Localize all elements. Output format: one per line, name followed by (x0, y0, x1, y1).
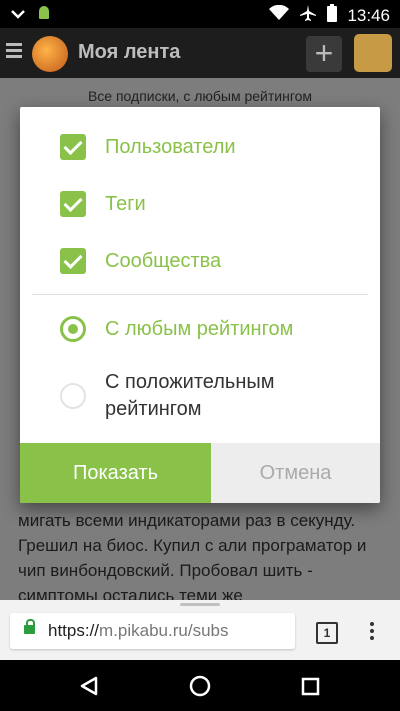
lock-icon (24, 619, 35, 634)
menu-icon[interactable] (6, 43, 22, 58)
plus-icon[interactable]: + (306, 36, 342, 72)
checkbox-communities[interactable]: Сообщества (60, 248, 221, 274)
wifi-icon (269, 4, 290, 26)
battery-icon (327, 4, 338, 27)
tabs-icon[interactable]: 1 (316, 622, 338, 644)
radio-any-rating[interactable]: С любым рейтингом (60, 316, 293, 342)
airplane-icon (299, 4, 317, 27)
post-text: мигать всеми индикаторами раз в секунду.… (18, 511, 367, 605)
url-host: m.pikabu.ru/subs (99, 621, 229, 640)
status-time: 13:46 (347, 5, 390, 25)
checkbox-checked-icon[interactable] (60, 191, 86, 217)
checkbox-checked-icon[interactable] (60, 248, 86, 274)
radio-label: С положительным рейтингом (105, 371, 275, 420)
radio-label: С любым рейтингом (105, 317, 294, 340)
browser-toolbar: https://m.pikabu.ru/subs 1 (0, 600, 400, 660)
checkbox-label: Сообщества (105, 249, 222, 272)
status-bar: 13:46 (0, 0, 400, 28)
url-field[interactable]: https://m.pikabu.ru/subs (10, 613, 295, 649)
back-icon[interactable] (80, 676, 98, 696)
page-title: Моя лента (78, 41, 181, 63)
checkbox-users[interactable]: Пользователи (60, 134, 236, 160)
url-scheme: https:// (48, 621, 100, 640)
show-button[interactable]: Показать (20, 443, 211, 503)
checkbox-label: Теги (105, 192, 146, 215)
radio-positive-rating[interactable]: С положительным рейтингом (60, 369, 330, 423)
app-logo (32, 36, 68, 72)
avatar[interactable] (354, 34, 392, 72)
checkbox-tags[interactable]: Теги (60, 191, 146, 217)
radio-selected-icon[interactable] (60, 316, 86, 342)
navigation-bar (0, 660, 400, 711)
url-text: https://m.pikabu.ru/subs (48, 613, 228, 649)
recents-icon[interactable] (301, 677, 320, 696)
home-icon[interactable] (189, 675, 211, 697)
checkbox-label: Пользователи (105, 135, 236, 158)
radio-unselected-icon[interactable] (60, 383, 86, 409)
divider (32, 294, 368, 295)
drag-handle[interactable] (180, 603, 220, 606)
cancel-button[interactable]: Отмена (211, 443, 380, 503)
app-bar: Моя лента + (0, 28, 400, 78)
chevron-down-icon (10, 7, 26, 25)
subscription-filter-label[interactable]: Все подписки, с любым рейтингом (0, 88, 400, 104)
more-icon[interactable] (370, 622, 374, 643)
filter-dialog: Пользователи Теги Сообщества С любым рей… (20, 107, 380, 503)
android-icon (36, 5, 52, 26)
checkbox-checked-icon[interactable] (60, 134, 86, 160)
